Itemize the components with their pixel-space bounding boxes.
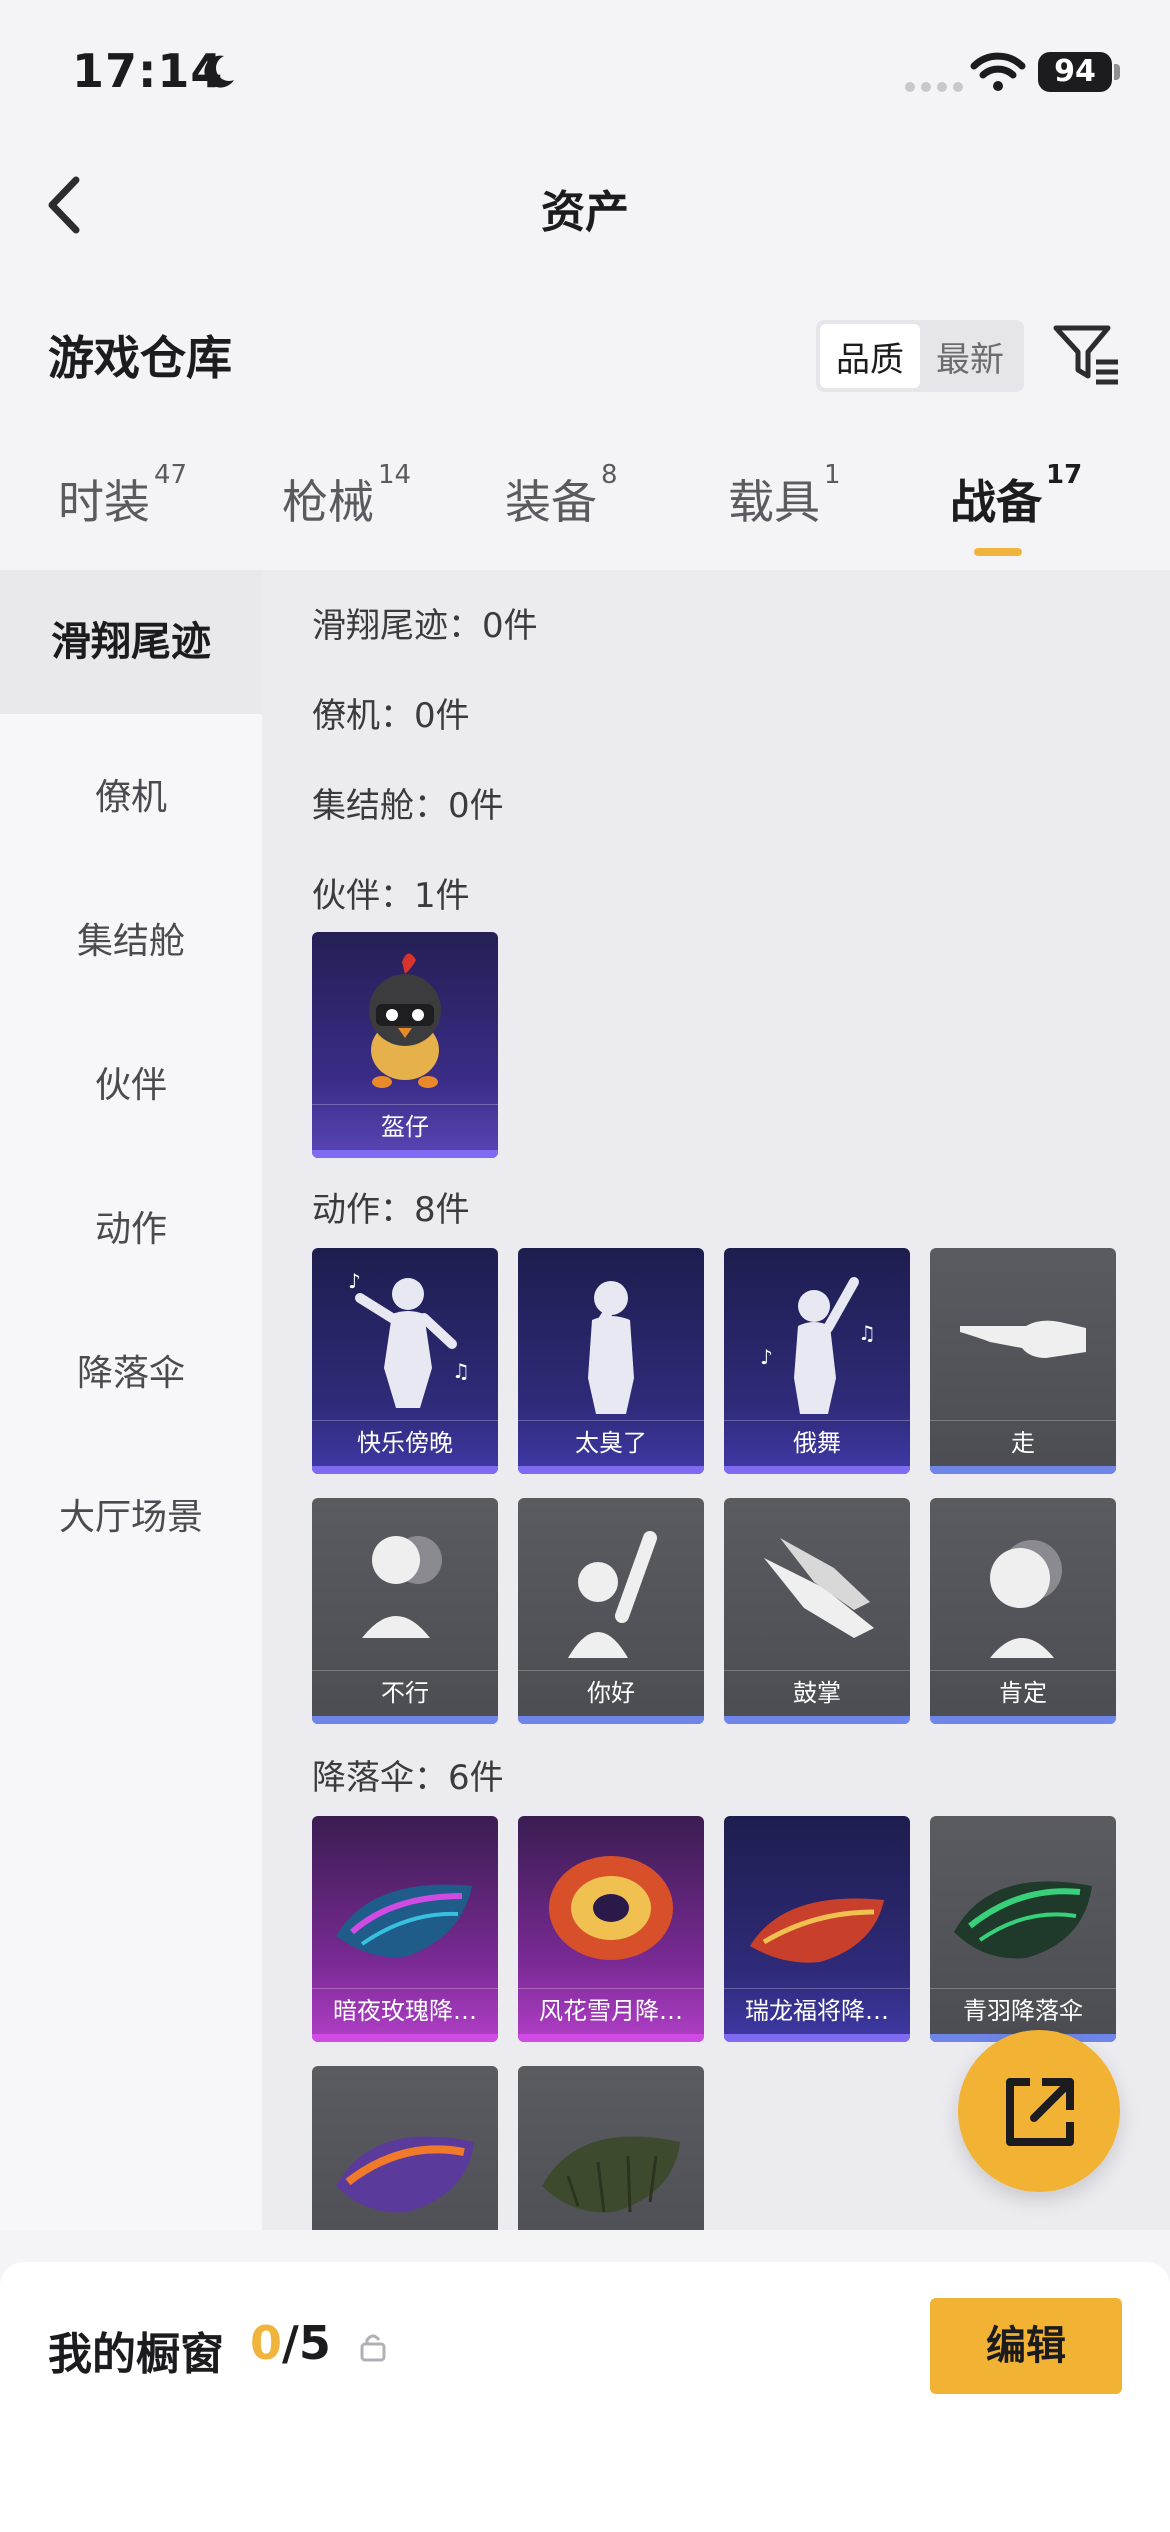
sidebar-item-parachute[interactable]: 降落伞 (0, 1344, 262, 1396)
sidebar-item-wingman[interactable]: 僚机 (0, 768, 262, 820)
item-name: 太臭了 (518, 1420, 704, 1464)
item-card[interactable]: ♪ ♫ 俄舞 (724, 1248, 910, 1474)
wifi-icon (970, 52, 1026, 91)
category-title-pod: 集结舱：0件 (312, 786, 504, 826)
tab-weapons[interactable]: 枪械 14 (282, 460, 411, 532)
item-name: 你好 (518, 1670, 704, 1714)
item-name: 暗夜玫瑰降… (312, 1988, 498, 2032)
item-card[interactable]: 肯定 (930, 1498, 1116, 1724)
category-title-wingman: 僚机：0件 (312, 696, 470, 736)
sidebar-item-emote[interactable]: 动作 (0, 1200, 262, 1252)
sidebar-item-lobby-scene[interactable]: 大厅场景 (0, 1488, 262, 1540)
item-card[interactable]: 盔仔 (312, 932, 498, 1158)
wave-hello-icon (568, 1531, 657, 1658)
sort-latest-button[interactable]: 最新 (920, 324, 1020, 388)
item-card[interactable]: 不行 (312, 1498, 498, 1724)
rarity-bar (518, 2034, 704, 2042)
item-name: 俄舞 (724, 1420, 910, 1464)
category-title-trail: 滑翔尾迹：0件 (312, 606, 538, 646)
item-card[interactable] (518, 2066, 704, 2230)
chick-helmet-icon (369, 953, 441, 1088)
item-card[interactable]: 暗夜玫瑰降… (312, 1816, 498, 2042)
item-card[interactable]: 青羽降落伞 (930, 1816, 1116, 2042)
item-name: 风花雪月降… (518, 1988, 704, 2032)
rarity-bar (312, 1716, 498, 1724)
tab-fashion[interactable]: 时装 47 (58, 460, 187, 532)
edit-button[interactable]: 编辑 (930, 2298, 1122, 2394)
rarity-bar (724, 1716, 910, 1724)
cover-nose-figure-icon (588, 1281, 634, 1414)
clapping-hands-icon (764, 1538, 874, 1638)
russian-dance-figure-icon: ♪ ♫ (760, 1277, 876, 1414)
item-name: 肯定 (930, 1670, 1116, 1714)
head-shake-icon (362, 1536, 442, 1638)
item-card[interactable]: 太臭了 (518, 1248, 704, 1474)
tab-equipment[interactable]: 装备 8 (505, 460, 618, 532)
parachute-icon (954, 1881, 1092, 1959)
sort-quality-button[interactable]: 品质 (820, 324, 920, 388)
sidebar-item-partner[interactable]: 伙伴 (0, 1056, 262, 1108)
rarity-bar (312, 1466, 498, 1474)
tab-vehicles[interactable]: 载具 1 (728, 460, 841, 532)
item-name: 不行 (312, 1670, 498, 1714)
item-card[interactable]: 你好 (518, 1498, 704, 1724)
parachute-icon (336, 1884, 472, 1958)
category-title-parachute: 降落伞：6件 (312, 1758, 504, 1798)
warehouse-title: 游戏仓库 (48, 331, 232, 385)
item-card[interactable] (312, 2066, 498, 2230)
sidebar: 滑翔尾迹 僚机 集结舱 伙伴 动作 降落伞 大厅场景 (0, 570, 262, 2230)
parachute-icon (549, 1856, 673, 1960)
showcase-count: 0/5 (250, 2316, 331, 2370)
item-card[interactable]: 风花雪月降… (518, 1816, 704, 2042)
svg-text:♫: ♫ (858, 1321, 876, 1345)
parachute-icon (542, 2136, 680, 2213)
rarity-bar (930, 1466, 1116, 1474)
lock-icon (360, 2334, 386, 2362)
item-list: 滑翔尾迹：0件 僚机：0件 集结舱：0件 伙伴：1件 盔仔 动作：8件 ♪ ♫ … (262, 570, 1170, 2230)
rarity-bar (518, 1466, 704, 1474)
item-card[interactable]: ♪ ♫ 快乐傍晚 (312, 1248, 498, 1474)
battery-icon: 94 (1038, 52, 1112, 92)
page-title: 资产 (541, 187, 629, 238)
dance-figure-icon: ♪ ♫ (348, 1269, 470, 1408)
sort-toggle: 品质 最新 (816, 320, 1024, 392)
item-name: 瑞龙福将降… (724, 1988, 910, 2032)
tab-battle-prep[interactable]: 战备 17 (950, 460, 1082, 532)
parachute-icon (336, 2136, 474, 2213)
parachute-icon (750, 1898, 884, 1963)
item-name: 走 (930, 1420, 1116, 1464)
share-button[interactable] (958, 2030, 1120, 2192)
category-title-partner: 伙伴：1件 (312, 876, 470, 916)
status-bar: 17:14 94 (0, 0, 1170, 140)
sidebar-item-trail[interactable]: 滑翔尾迹 (0, 570, 262, 714)
svg-text:♪: ♪ (760, 1345, 773, 1369)
item-card[interactable]: 鼓掌 (724, 1498, 910, 1724)
pointing-hand-icon (960, 1320, 1086, 1358)
sidebar-item-pod[interactable]: 集结舱 (0, 912, 262, 964)
cellular-signal-icon (905, 82, 963, 92)
item-name: 青羽降落伞 (930, 1988, 1116, 2032)
rarity-bar (312, 2034, 498, 2042)
item-name: 盔仔 (312, 1104, 498, 1148)
rarity-bar (724, 2034, 910, 2042)
svg-text:♪: ♪ (348, 1269, 361, 1293)
filter-icon[interactable] (1052, 322, 1122, 386)
external-link-icon (1006, 2078, 1074, 2146)
rarity-bar (930, 1716, 1116, 1724)
svg-text:♫: ♫ (452, 1359, 470, 1383)
bottom-bar: 我的橱窗 0/5 编辑 (0, 2262, 1170, 2532)
item-card[interactable]: 瑞龙福将降… (724, 1816, 910, 2042)
nod-head-icon (990, 1540, 1062, 1658)
item-name: 鼓掌 (724, 1670, 910, 1714)
item-card[interactable]: 走 (930, 1248, 1116, 1474)
rarity-bar (312, 1150, 498, 1158)
moon-icon (204, 55, 234, 88)
rarity-bar (724, 1466, 910, 1474)
showcase-label: 我的橱窗 (48, 2329, 224, 2380)
category-title-emote: 动作：8件 (312, 1190, 470, 1230)
rarity-bar (518, 1716, 704, 1724)
battery-tip (1114, 64, 1120, 80)
active-tab-indicator (974, 548, 1022, 556)
item-name: 快乐傍晚 (312, 1420, 498, 1464)
